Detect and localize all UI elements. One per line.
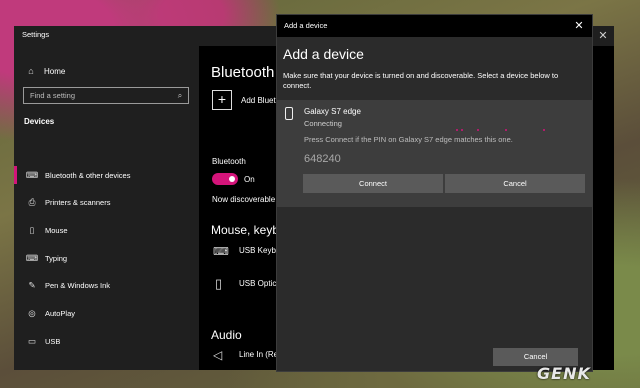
sidebar-item-mouse[interactable]: ▯ Mouse xyxy=(14,217,199,243)
autoplay-icon: ◎ xyxy=(28,307,36,318)
add-device-dialog: Add a device ✕ Add a device Make sure th… xyxy=(276,14,593,372)
settings-window-title: Settings xyxy=(22,30,50,39)
settings-search-field[interactable]: Find a setting ⌕ xyxy=(23,87,189,104)
dialog-description: Make sure that your device is turned on … xyxy=(283,71,559,90)
keyboard-icon: ⌨ xyxy=(213,246,229,258)
mouse-icon: ▯ xyxy=(29,224,35,235)
sidebar-item-label: AutoPlay xyxy=(45,308,76,318)
pen-icon: ✎ xyxy=(28,279,36,290)
sidebar-item-label: Pen & Windows Ink xyxy=(45,280,111,290)
sidebar-item-label: Bluetooth & other devices xyxy=(45,170,131,180)
device-cancel-button[interactable]: Cancel xyxy=(445,174,585,193)
usb-icon: ▭ xyxy=(27,335,37,346)
bluetooth-label: Bluetooth xyxy=(212,157,246,166)
bluetooth-devices-icon: ⌨ xyxy=(25,169,39,180)
settings-close-icon[interactable]: ✕ xyxy=(592,26,614,46)
printer-icon: ⎙ xyxy=(28,196,36,207)
phone-icon xyxy=(285,107,293,120)
progress-dot xyxy=(543,129,545,131)
discoverable-status: Now discoverable xyxy=(212,195,276,204)
line-in-item[interactable]: Line In (Re xyxy=(239,350,278,359)
bluetooth-state: On xyxy=(244,175,255,184)
mouse-icon: ▯ xyxy=(215,276,223,291)
usb-mouse-item[interactable]: USB Optic xyxy=(239,279,276,288)
sidebar-home-label: Home xyxy=(44,66,66,76)
bluetooth-toggle[interactable] xyxy=(212,173,238,185)
mouse-keyboard-heading: Mouse, keyb xyxy=(211,223,280,237)
sidebar-home[interactable]: ⌂ Home xyxy=(24,64,189,78)
search-icon[interactable]: ⌕ xyxy=(172,91,188,101)
pin-hint: Press Connect if the PIN on Galaxy S7 ed… xyxy=(304,135,513,144)
sidebar-item-autoplay[interactable]: ◎ AutoPlay xyxy=(14,300,199,326)
keyboard-icon: ⌨ xyxy=(25,252,39,263)
sidebar-item-usb[interactable]: ▭ USB xyxy=(14,328,199,354)
genk-watermark-logo: GENK xyxy=(537,364,591,383)
close-icon[interactable]: ✕ xyxy=(570,17,588,35)
progress-dot xyxy=(477,129,479,131)
sidebar-item-pen[interactable]: ✎ Pen & Windows Ink xyxy=(14,272,199,298)
usb-keyboard-item[interactable]: USB Keybo xyxy=(239,246,280,255)
device-list-item[interactable]: Galaxy S7 edge Connecting Press Connect … xyxy=(277,100,592,207)
dialog-heading: Add a device xyxy=(283,46,364,62)
toggle-knob xyxy=(229,176,235,182)
settings-sidebar: ⌂ Home Find a setting ⌕ Devices ⌨ Blueto… xyxy=(14,46,199,370)
progress-dot xyxy=(461,129,463,131)
pin-code: 648240 xyxy=(304,153,341,165)
sidebar-item-label: Typing xyxy=(45,253,68,263)
progress-dot xyxy=(505,129,507,131)
sidebar-item-printers[interactable]: ⎙ Printers & scanners xyxy=(14,189,199,215)
sidebar-item-label: USB xyxy=(45,336,61,346)
audio-heading: Audio xyxy=(211,328,242,342)
add-bluetooth-button[interactable]: Add Bluet xyxy=(241,96,276,105)
sidebar-item-label: Mouse xyxy=(45,225,68,235)
dialog-window-title: Add a device xyxy=(284,21,328,30)
sidebar-section-heading: Devices xyxy=(24,117,55,126)
sidebar-item-typing[interactable]: ⌨ Typing xyxy=(14,245,199,271)
progress-dot xyxy=(456,129,458,131)
device-status: Connecting xyxy=(304,119,342,128)
speaker-icon: ◁ xyxy=(213,348,223,362)
device-name: Galaxy S7 edge xyxy=(304,107,361,116)
search-input[interactable]: Find a setting xyxy=(24,91,172,100)
dialog-titlebar: Add a device ✕ xyxy=(277,15,592,37)
home-icon: ⌂ xyxy=(28,66,34,76)
page-title: Bluetooth xyxy=(211,64,275,81)
sidebar-item-bluetooth[interactable]: ⌨ Bluetooth & other devices xyxy=(14,162,199,188)
add-device-plus-icon[interactable]: + xyxy=(212,90,232,110)
connect-button[interactable]: Connect xyxy=(303,174,443,193)
sidebar-item-label: Printers & scanners xyxy=(45,197,111,207)
